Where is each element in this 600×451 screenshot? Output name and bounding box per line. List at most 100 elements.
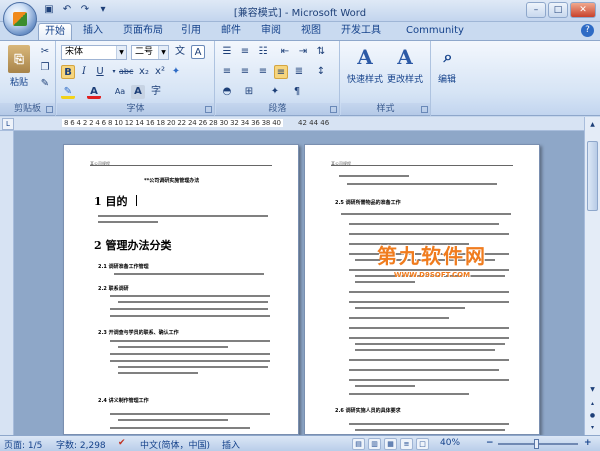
shading-icon[interactable]: ◓ — [220, 85, 234, 99]
paste-button[interactable]: ⎘ 粘贴 — [6, 45, 32, 88]
tab-home[interactable]: 开始 — [38, 23, 72, 40]
tab-review[interactable]: 审阅 — [254, 23, 288, 40]
heading-2-3: 2.3 开调查与学员的联系、确认工作 — [98, 330, 179, 336]
document-page-2[interactable]: 某公司规程 2.5 调研所需物品的准备工作 2.6 调研实施人员的具体要求 — [304, 144, 540, 435]
tab-references[interactable]: 引用 — [174, 23, 208, 40]
editing-button[interactable]: ⌕ 编辑 — [434, 44, 460, 85]
scroll-down-icon[interactable]: ▼ — [587, 384, 598, 395]
ribbon: ⎘ 粘贴 ✂ ❐ ✎ 剪贴板 宋体 ▼ 二号 ▼ 文 A B I U ▾ abc x… — [0, 40, 600, 116]
enclose-characters-icon[interactable]: 字 — [149, 85, 163, 99]
character-border-icon[interactable]: A — [191, 45, 205, 59]
full-screen-reading-icon[interactable]: ▥ — [368, 438, 381, 450]
vertical-scrollbar[interactable]: ▲ ▼ ▴ ● ▾ — [584, 117, 600, 435]
proofing-icon[interactable]: ✔ — [118, 438, 126, 448]
zoom-in-icon[interactable]: + — [584, 438, 592, 448]
tab-selector-icon[interactable]: L — [2, 118, 14, 130]
ruler-ticks-right: 42 44 46 — [298, 119, 330, 127]
maximize-button[interactable]: □ — [548, 2, 568, 18]
multilevel-list-icon[interactable]: ☷ — [256, 45, 270, 59]
align-center-icon[interactable]: ≡ — [238, 65, 252, 79]
numbering-icon[interactable]: ≡ — [238, 45, 252, 59]
quick-styles-button[interactable]: A 快速样式 — [345, 44, 385, 85]
sort-icon[interactable]: ⇅ — [314, 45, 328, 59]
distributed-icon[interactable]: ≣ — [292, 65, 306, 79]
chinese-layout-icon[interactable]: ✦ — [268, 85, 282, 99]
styles-group: A 快速样式 A 更改样式 样式 — [341, 41, 431, 116]
character-shading-icon[interactable]: A — [131, 85, 145, 99]
insert-mode[interactable]: 插入 — [222, 438, 240, 451]
status-bar: 页面: 1/5 字数: 2,298 ✔ 中文(简体，中国) 插入 ▤ ▥ ▦ ≡… — [0, 435, 600, 451]
scroll-up-icon[interactable]: ▲ — [587, 119, 598, 130]
format-painter-icon[interactable]: ✎ — [38, 77, 52, 91]
font-name-select[interactable]: 宋体 ▼ — [61, 45, 127, 60]
line-spacing-icon[interactable]: ↕ — [314, 65, 328, 79]
font-group: 宋体 ▼ 二号 ▼ 文 A B I U ▾ abc x₂ x² ✦ ✎ A Aa A… — [57, 41, 215, 116]
subscript-button[interactable]: x₂ — [137, 65, 151, 79]
underline-button[interactable]: U — [93, 65, 107, 79]
tab-developer[interactable]: 开发工具 — [336, 23, 386, 40]
dialog-launcher-icon[interactable] — [330, 106, 337, 113]
align-left-icon[interactable]: ≡ — [220, 65, 234, 79]
heading-2-6: 2.6 调研实施人员的具体要求 — [335, 408, 401, 414]
horizontal-ruler[interactable]: L 8 6 4 2 2 4 6 8 10 12 14 16 18 20 22 2… — [0, 117, 600, 131]
change-styles-icon: A — [397, 45, 413, 69]
group-label-font: 字体 — [57, 103, 214, 115]
zoom-out-icon[interactable]: − — [486, 438, 494, 448]
dialog-launcher-icon[interactable] — [421, 106, 428, 113]
italic-button[interactable]: I — [77, 65, 91, 79]
web-layout-view-icon[interactable]: ▦ — [384, 438, 397, 450]
page-count[interactable]: 页面: 1/5 — [4, 438, 42, 451]
tab-view[interactable]: 视图 — [294, 23, 328, 40]
strikethrough-button[interactable]: abc — [119, 65, 133, 79]
word-count[interactable]: 字数: 2,298 — [56, 438, 106, 451]
copy-icon[interactable]: ❐ — [38, 61, 52, 75]
dialog-launcher-icon[interactable] — [205, 106, 212, 113]
bold-button[interactable]: B — [61, 65, 75, 79]
superscript-button[interactable]: x² — [153, 65, 167, 79]
align-right-icon[interactable]: ≡ — [256, 65, 270, 79]
scroll-thumb[interactable] — [587, 141, 598, 211]
close-button[interactable]: ✕ — [570, 2, 596, 18]
borders-icon[interactable]: ⊞ — [242, 85, 256, 99]
next-page-icon[interactable]: ▾ — [587, 422, 598, 433]
bullets-icon[interactable]: ☰ — [220, 45, 234, 59]
clipboard-icon: ⎘ — [8, 45, 30, 73]
page-header: 某公司规程 — [90, 161, 272, 166]
help-icon[interactable]: ? — [581, 24, 594, 37]
minimize-button[interactable]: – — [526, 2, 546, 18]
language-status[interactable]: 中文(简体，中国) — [140, 438, 210, 451]
heading-2-2: 2.2 联系调研 — [98, 286, 129, 292]
print-layout-view-icon[interactable]: ▤ — [352, 438, 365, 450]
font-color-icon[interactable]: A — [87, 85, 101, 99]
office-logo-icon — [13, 12, 27, 26]
dialog-launcher-icon[interactable] — [46, 106, 53, 113]
document-page-1[interactable]: 某公司规程 **公司调研实施管理办法 1 目的 2 管理办法分类 2.1 调研准… — [63, 144, 299, 435]
quick-styles-icon: A — [357, 45, 373, 69]
zoom-slider-thumb[interactable] — [534, 439, 539, 449]
cut-icon[interactable]: ✂ — [38, 45, 52, 59]
tab-page-layout[interactable]: 页面布局 — [118, 23, 168, 40]
heading-purpose: 1 目的 — [94, 195, 128, 208]
font-size-select[interactable]: 二号 ▼ — [131, 45, 169, 60]
vertical-ruler[interactable] — [0, 131, 14, 435]
change-styles-button[interactable]: A 更改样式 — [385, 44, 425, 85]
show-marks-icon[interactable]: ¶ — [290, 85, 304, 99]
window-controls: – □ ✕ — [526, 2, 596, 18]
office-button[interactable] — [3, 2, 37, 36]
zoom-level[interactable]: 40% — [440, 438, 460, 448]
binoculars-icon: ⌕ — [443, 47, 453, 66]
tab-community-clips[interactable]: Community Clips — [394, 23, 476, 52]
clear-formatting-icon[interactable]: ✦ — [169, 65, 183, 79]
outline-view-icon[interactable]: ≡ — [400, 438, 413, 450]
increase-indent-icon[interactable]: ⇥ — [296, 45, 310, 59]
draft-view-icon[interactable]: □ — [416, 438, 429, 450]
decrease-indent-icon[interactable]: ⇤ — [278, 45, 292, 59]
previous-page-icon[interactable]: ▴ — [587, 398, 598, 409]
tab-insert[interactable]: 插入 — [76, 23, 110, 40]
change-case-icon[interactable]: Aa — [113, 85, 127, 99]
justify-icon[interactable]: ≡ — [274, 65, 288, 79]
highlight-icon[interactable]: ✎ — [61, 85, 75, 99]
select-browse-object-icon[interactable]: ● — [587, 410, 598, 421]
phonetic-guide-icon[interactable]: 文 — [173, 45, 187, 59]
tab-mailings[interactable]: 邮件 — [214, 23, 248, 40]
